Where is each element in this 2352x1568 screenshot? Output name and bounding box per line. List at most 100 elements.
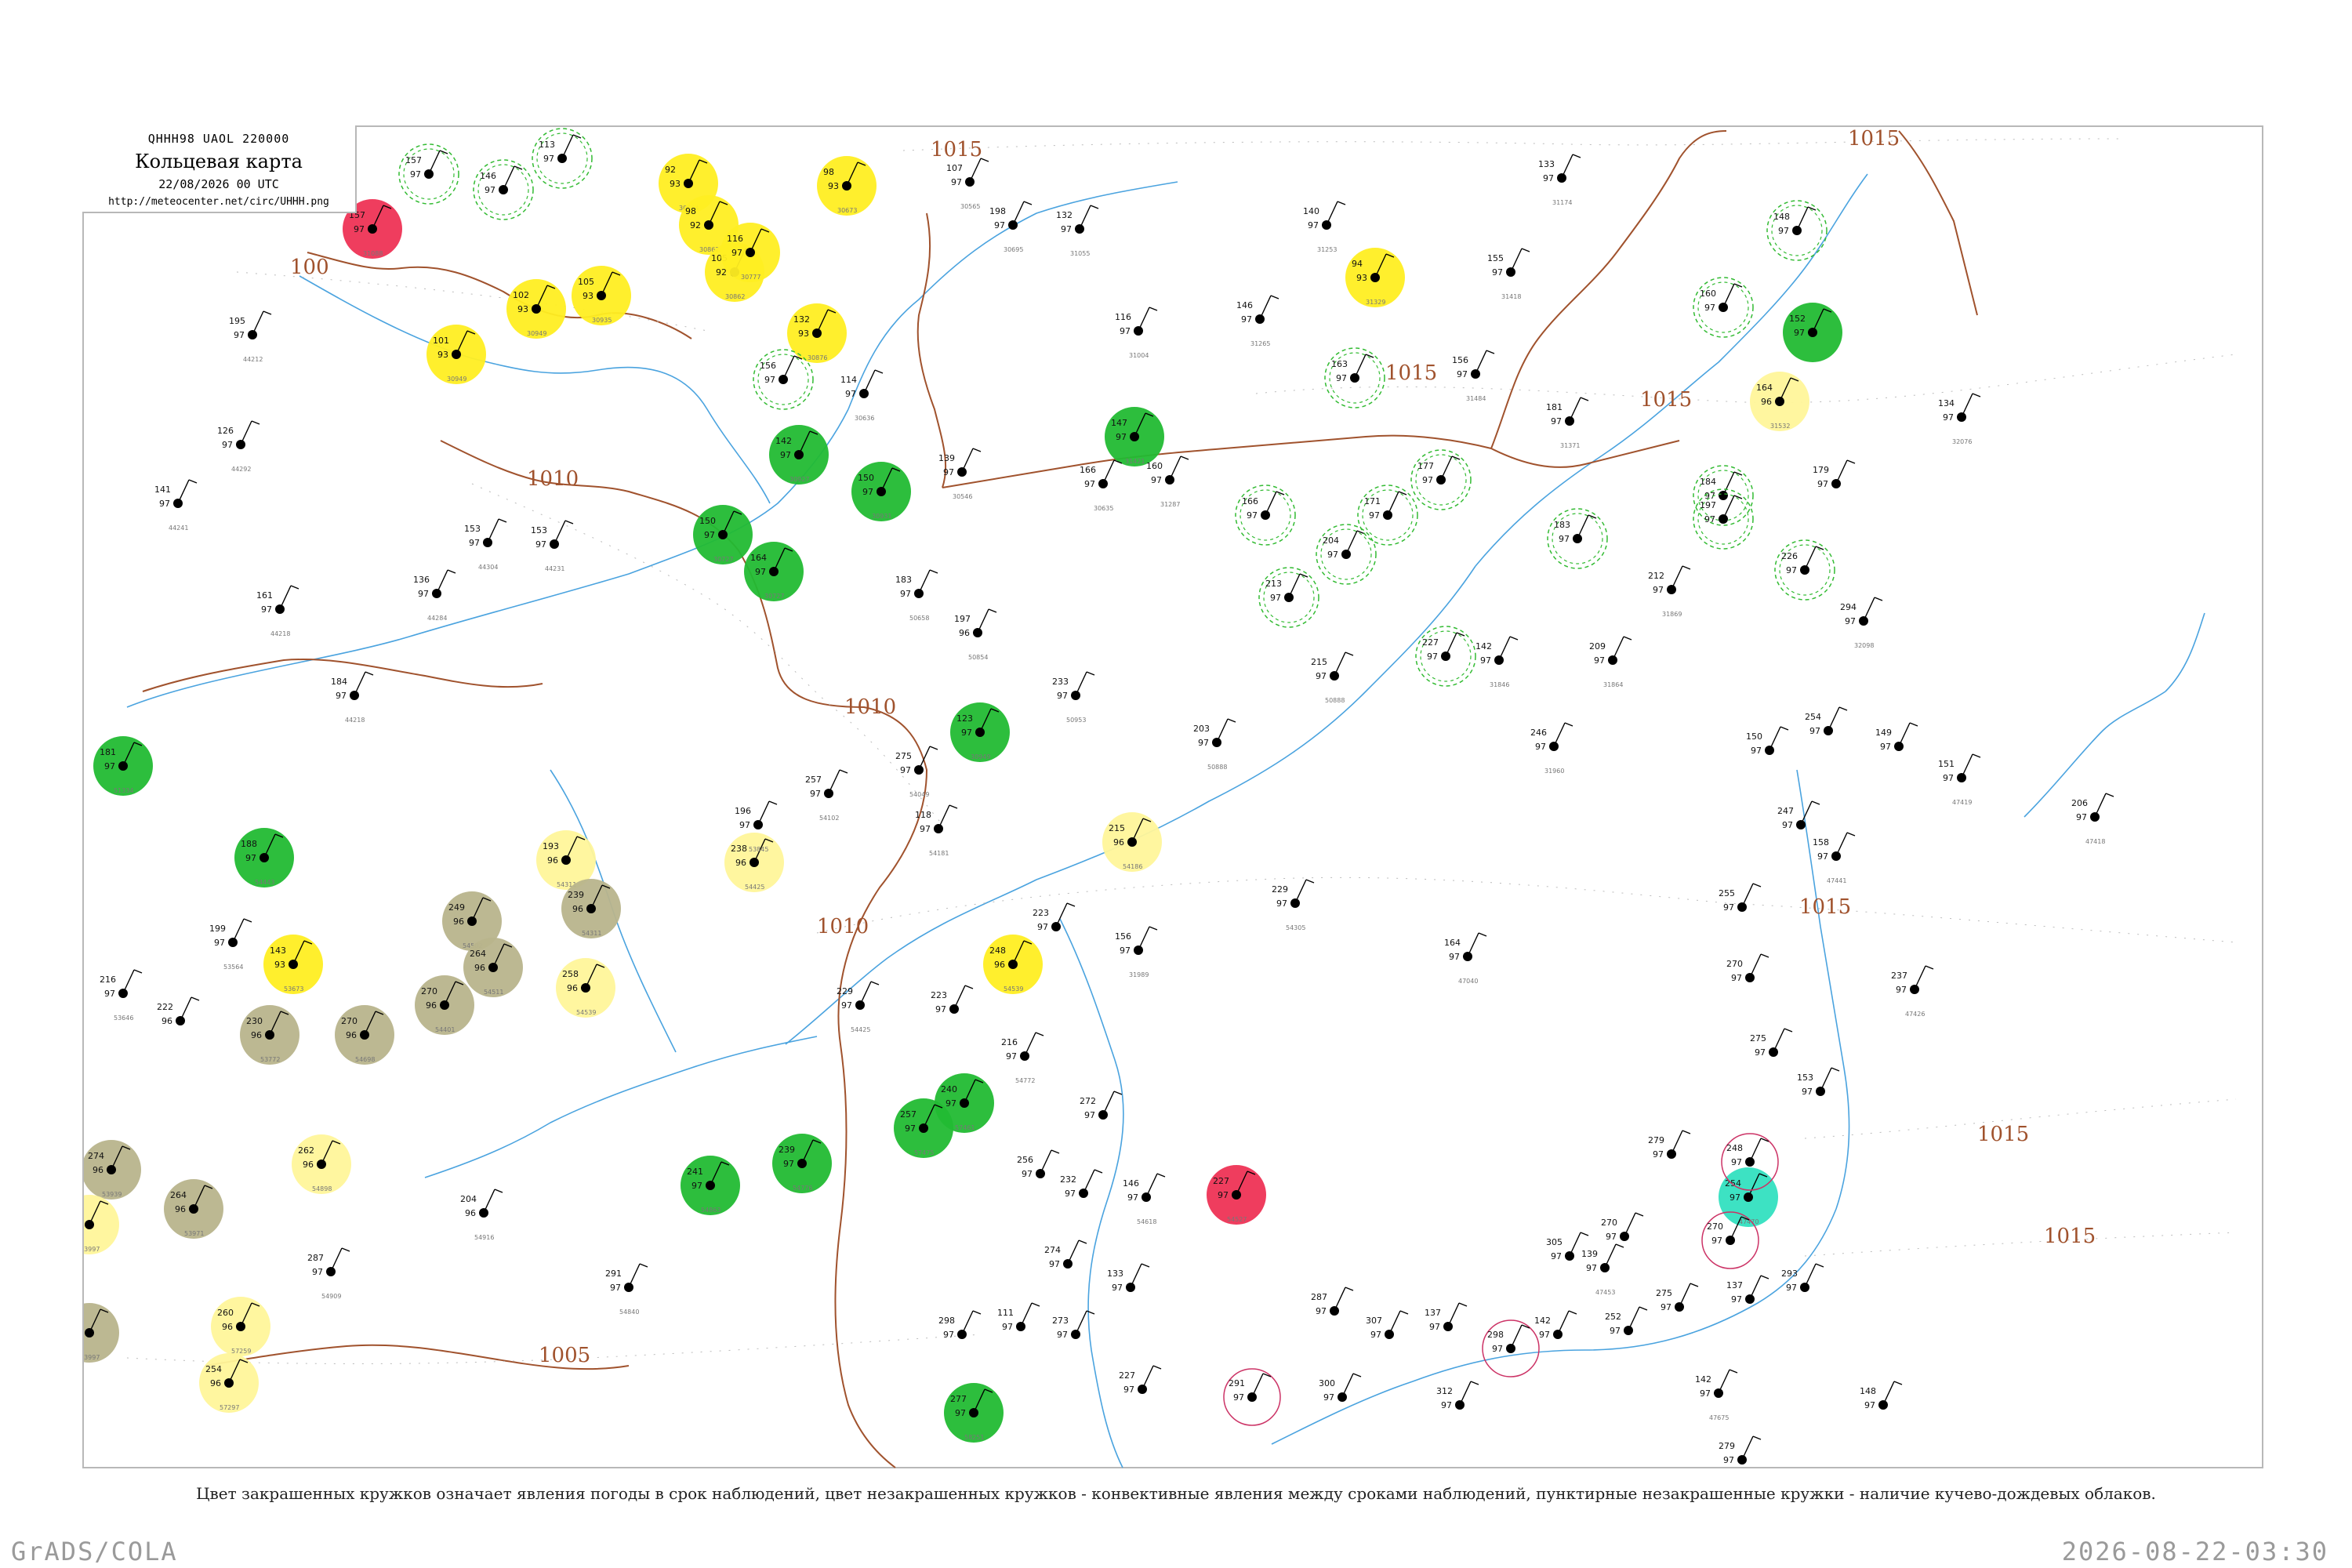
wind-barb-feather <box>514 165 523 170</box>
wind-barb-feather <box>1398 491 1407 495</box>
wind-barb-feather <box>1815 546 1824 550</box>
station-pressure: 97 <box>1151 475 1162 485</box>
station-temperature: 160 <box>1700 289 1716 299</box>
station-id: 30695 <box>1004 246 1023 253</box>
isobar-label: 1015 <box>1977 1123 2029 1146</box>
station-temperature: 158 <box>1813 837 1829 848</box>
wind-barb-feather <box>1733 471 1743 476</box>
wind-barb <box>1259 295 1272 320</box>
station-temperature: 142 <box>1534 1316 1551 1326</box>
station-haze: 2299653997 <box>84 1195 119 1254</box>
wind-barb <box>1882 1381 1895 1406</box>
isobar-label: 100 <box>290 256 329 279</box>
wind-barb-feather <box>1580 1232 1589 1236</box>
station-pressure: 97 <box>1057 1330 1068 1340</box>
station-plain: 160 97 31287 <box>1146 456 1189 508</box>
station-temperature: 166 <box>1080 465 1096 475</box>
station-pressure: 97 <box>214 938 225 948</box>
station-pressure: 96 <box>547 855 558 866</box>
wind-barb-feather <box>1639 1306 1648 1311</box>
station-temperature: 151 <box>1938 759 1955 769</box>
wind-barb <box>436 569 448 594</box>
station-temperature: 98 <box>685 206 696 216</box>
station-pressure: 97 <box>1539 1330 1550 1340</box>
station-pressure: 97 <box>994 220 1005 230</box>
station-fog: 102 93 30949 <box>506 279 566 339</box>
station-id: 30635 <box>1094 505 1113 512</box>
wind-barb-feather <box>251 420 260 425</box>
wind-barb-feather <box>949 804 958 809</box>
station-temperature: 152 <box>1789 314 1806 324</box>
wind-barb <box>252 310 264 336</box>
station-id: 30546 <box>953 493 972 500</box>
station-id: 53939 <box>102 1191 122 1198</box>
wind-barb-feather <box>1337 201 1346 205</box>
station-temperature: 157 <box>405 155 422 165</box>
station-id: 30949 <box>971 753 990 760</box>
station-pressure: 97 <box>1606 1232 1617 1242</box>
station-temperature: 222 <box>157 1002 173 1012</box>
station-plain: 126 97 44292 <box>217 420 260 473</box>
wind-barb-feather <box>2105 793 2114 797</box>
station-id: 30727 <box>713 556 733 563</box>
station-id: 31287 <box>1160 501 1180 508</box>
station-plain: 13397 <box>1107 1263 1150 1293</box>
wind-barb-feather <box>1276 491 1285 495</box>
station-temperature: 148 <box>1773 212 1790 222</box>
station-pressure: 97 <box>336 691 347 701</box>
map-source-url[interactable]: http://meteocenter.net/circ/UHHH.png <box>82 196 355 208</box>
wind-barb-feather <box>1141 1263 1150 1268</box>
station-pressure: 97 <box>1449 952 1460 962</box>
station-rain: 239 97 54776 <box>772 1134 832 1193</box>
station-pressure: 97 <box>1794 328 1805 338</box>
station-plain: 291 97 54840 <box>605 1263 648 1316</box>
wind-barb <box>757 800 770 826</box>
station-plain: 22397 <box>1033 902 1076 932</box>
station-plain: 27997 <box>1719 1436 1762 1465</box>
station-pressure: 97 <box>1782 820 1793 830</box>
wind-barb-feather <box>263 310 272 315</box>
isobar <box>1804 1232 2237 1257</box>
station-fog: 116 97 30777 <box>720 223 780 282</box>
wind-barb <box>1075 671 1087 696</box>
wind-barb <box>1388 1310 1401 1335</box>
wind-barb-feather <box>964 985 974 989</box>
station-id: 54181 <box>929 850 949 857</box>
wind-barb <box>1804 1263 1817 1288</box>
wind-barb <box>1445 632 1457 657</box>
station-temperature: 123 <box>956 713 973 724</box>
station-pressure: 97 <box>1786 565 1797 575</box>
station-id: 53971 <box>184 1230 204 1237</box>
wind-barb <box>1749 1275 1762 1300</box>
wind-barb <box>1828 706 1840 731</box>
station-pressure: 97 <box>222 440 233 450</box>
station-temperature: 254 <box>205 1364 222 1374</box>
wind-barb <box>1796 206 1809 231</box>
wind-barb <box>1012 201 1025 226</box>
station-id: 54863 <box>701 1207 720 1214</box>
station-id: 31055 <box>1070 250 1090 257</box>
station-temperature: 113 <box>539 140 555 150</box>
wind-barb <box>1741 1436 1754 1461</box>
station-pressure: 97 <box>1559 534 1570 544</box>
station-temperature: 270 <box>1726 959 1743 969</box>
station-temperature: 153 <box>531 525 547 535</box>
wind-barb <box>554 520 566 545</box>
wind-barb-feather <box>564 520 574 524</box>
station-pressure: 97 <box>1308 220 1319 230</box>
station-pressure: 97 <box>1943 773 1954 783</box>
station-pressure: 97 <box>1817 851 1828 862</box>
station-pressure: 97 <box>1551 1251 1562 1261</box>
station-plain: 199 97 53564 <box>209 918 252 971</box>
station-id: 44292 <box>231 466 251 473</box>
station-id: 30673 <box>837 207 857 214</box>
wind-barb <box>1569 1232 1581 1257</box>
station-temperature: 238 <box>731 844 747 854</box>
station-pressure: 96 <box>251 1030 262 1040</box>
station-dust: 2699653997 <box>84 1303 119 1363</box>
render-timestamp: 2026-08-22-03:30 <box>2061 1537 2328 1566</box>
station-plain: 198 97 30695 <box>989 201 1033 253</box>
station-temperature: 247 <box>1777 806 1794 816</box>
wind-barb-feather <box>839 769 848 774</box>
wind-barb-feather <box>1815 1263 1824 1268</box>
